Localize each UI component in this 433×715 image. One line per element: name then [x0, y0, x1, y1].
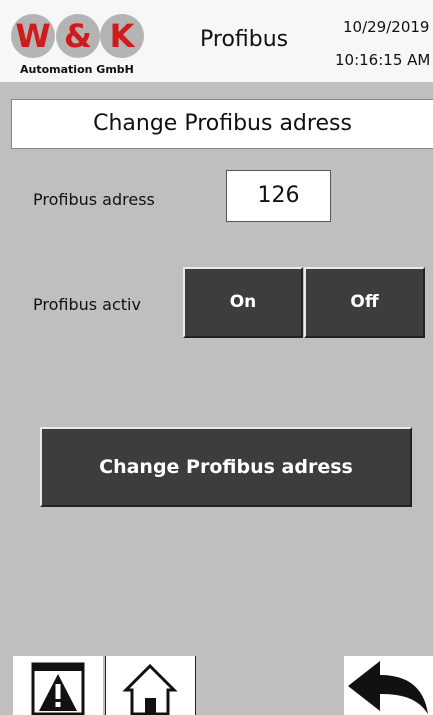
profibus-active-label: Profibus activ [33, 295, 141, 314]
warning-nav-button[interactable] [13, 656, 103, 715]
page-title: Profibus [200, 27, 289, 52]
on-button[interactable]: On [183, 267, 303, 338]
section-title: Change Profibus adress [11, 99, 433, 149]
back-arrow-icon [348, 661, 428, 714]
profibus-address-label: Profibus adress [33, 190, 155, 209]
logo-letter-w: W [11, 14, 55, 58]
time-display: 10:16:15 AM [335, 51, 431, 69]
profibus-address-field[interactable]: 126 [226, 170, 331, 222]
logo-subtitle: Automation GmbH [20, 63, 134, 76]
home-icon [122, 663, 178, 715]
header-bar: W & K Automation GmbH Profibus 10/29/201… [0, 0, 433, 82]
warning-icon [31, 662, 85, 715]
logo-circles: W & K [8, 14, 148, 58]
change-profibus-address-button[interactable]: Change Profibus adress [40, 427, 412, 507]
off-button[interactable]: Off [304, 267, 425, 338]
logo-letter-k: K [100, 14, 144, 58]
back-nav-button[interactable] [344, 656, 433, 715]
home-nav-button[interactable] [105, 656, 196, 715]
company-logo: W & K Automation GmbH [8, 14, 148, 78]
logo-letter-ampersand: & [56, 14, 100, 58]
date-display: 10/29/2019 [343, 18, 430, 36]
